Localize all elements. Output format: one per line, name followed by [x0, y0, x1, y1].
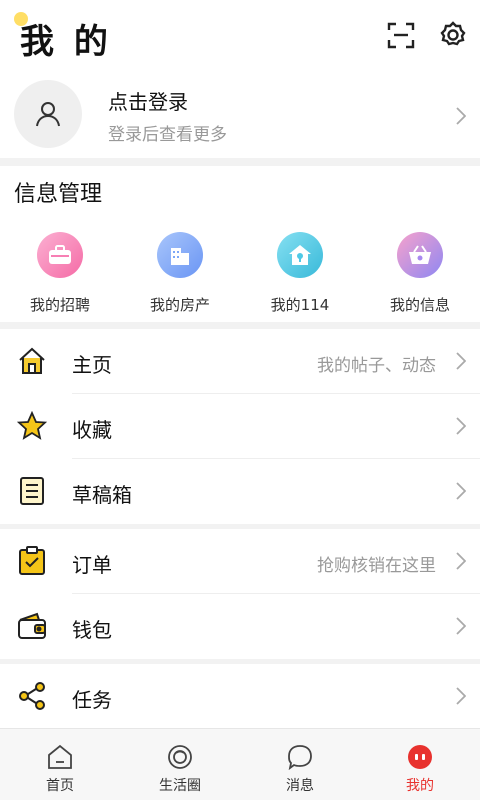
menu-row-favorites[interactable]: 收藏 [0, 394, 480, 459]
chevron-right-icon [454, 551, 468, 571]
tab-label: 消息 [286, 778, 314, 794]
tab-label: 生活圈 [159, 778, 201, 794]
home-icon [16, 345, 48, 377]
quick-item-label: 我的房产 [149, 296, 210, 314]
house-key-icon [277, 232, 323, 278]
quick-item-label: 我的114 [270, 296, 330, 314]
chevron-right-icon [454, 106, 468, 126]
avatar[interactable] [14, 80, 82, 148]
wallet-icon [16, 610, 48, 642]
quick-item-recruitment[interactable]: 我的招聘 [0, 232, 120, 320]
menu-row-hint: 我的帖子、动态 [317, 356, 436, 376]
chevron-right-icon [454, 481, 468, 501]
menu-row-drafts[interactable]: 草稿箱 [0, 459, 480, 524]
home-tab-icon [46, 743, 74, 771]
menu-group-1: 主页 我的帖子、动态 收藏 草稿箱 [0, 329, 480, 524]
chevron-right-icon [454, 416, 468, 436]
menu-row-label: 主页 [72, 353, 112, 377]
menu-row-label: 订单 [72, 553, 112, 577]
circle-tab-icon [166, 743, 194, 771]
section-title: 信息管理 [14, 182, 103, 207]
chevron-right-icon [454, 351, 468, 371]
menu-group-3: 任务 [0, 664, 480, 728]
menu-row-orders[interactable]: 订单 抢购核销在这里 [0, 529, 480, 594]
tab-life-circle[interactable]: 生活圈 [120, 729, 240, 800]
page-title: 我 的 [20, 22, 112, 62]
gear-icon[interactable] [436, 18, 470, 52]
briefcase-icon [37, 232, 83, 278]
quick-item-label: 我的招聘 [29, 296, 90, 314]
menu-row-label: 草稿箱 [72, 483, 132, 507]
draft-icon [16, 475, 48, 507]
share-icon [16, 680, 48, 712]
chevron-right-icon [454, 616, 468, 636]
menu-row-tasks[interactable]: 任务 [0, 664, 480, 729]
menu-group-2: 订单 抢购核销在这里 钱包 [0, 529, 480, 659]
tab-label: 我的 [406, 778, 434, 794]
tab-label: 首页 [46, 778, 74, 794]
login-card[interactable]: 点击登录 登录后查看更多 [0, 76, 480, 158]
quick-item-property[interactable]: 我的房产 [120, 232, 240, 320]
scan-icon[interactable] [384, 18, 418, 52]
chevron-right-icon [454, 686, 468, 706]
bottom-tab-bar: 首页 生活圈 消息 我的 [0, 728, 480, 800]
info-management-section: 信息管理 我的招聘 我的房产 我的114 我的信息 [0, 166, 480, 322]
tab-messages[interactable]: 消息 [240, 729, 360, 800]
quick-item-114[interactable]: 我的114 [240, 232, 360, 320]
menu-row-label: 钱包 [72, 618, 112, 642]
star-icon [16, 410, 48, 442]
page-header: 我 的 [0, 0, 480, 76]
profile-tab-icon [406, 743, 434, 771]
menu-row-hint: 抢购核销在这里 [317, 556, 436, 576]
building-icon [157, 232, 203, 278]
message-tab-icon [286, 743, 314, 771]
tab-home[interactable]: 首页 [0, 729, 120, 800]
order-icon [16, 545, 48, 577]
quick-item-messages[interactable]: 我的信息 [360, 232, 480, 320]
quick-item-label: 我的信息 [389, 296, 450, 314]
menu-row-label: 收藏 [72, 418, 112, 442]
menu-row-home[interactable]: 主页 我的帖子、动态 [0, 329, 480, 394]
menu-row-wallet[interactable]: 钱包 [0, 594, 480, 659]
menu-row-label: 任务 [72, 688, 112, 712]
basket-icon [397, 232, 443, 278]
login-title[interactable]: 点击登录 [108, 86, 188, 115]
tab-profile[interactable]: 我的 [360, 729, 480, 800]
login-subtitle: 登录后查看更多 [108, 125, 227, 145]
